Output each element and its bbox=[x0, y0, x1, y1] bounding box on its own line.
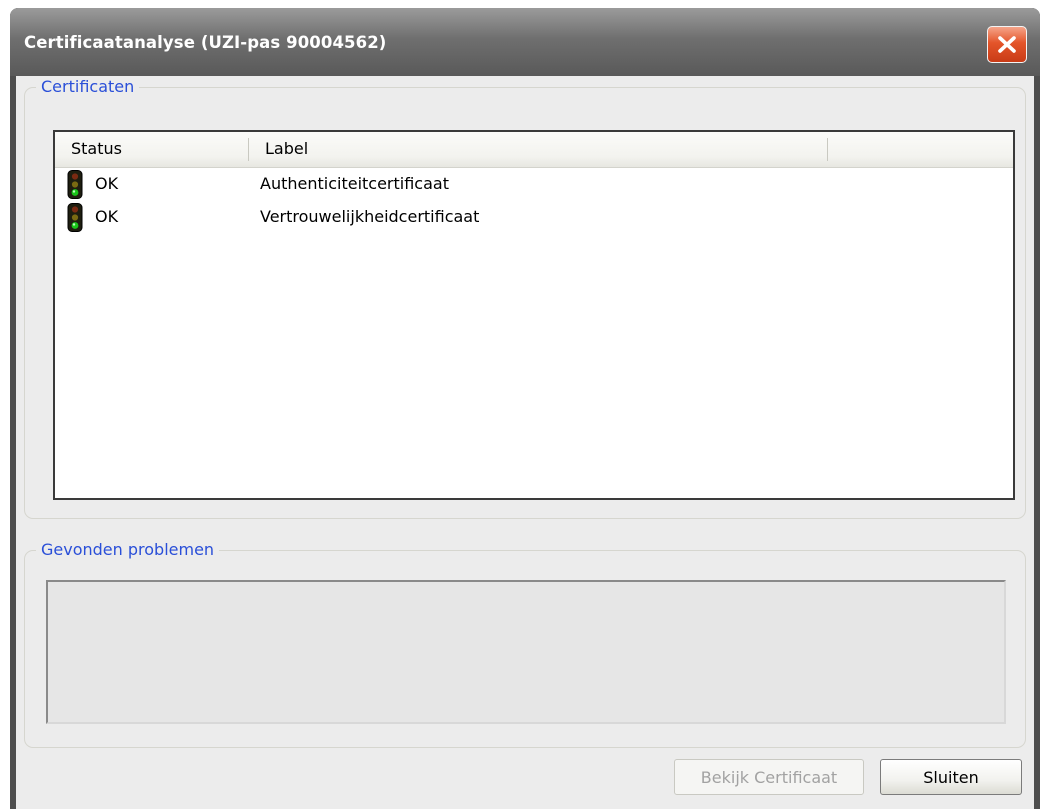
certificates-group: Certificaten Status Label OK Authenticit… bbox=[24, 77, 1026, 519]
column-divider[interactable] bbox=[248, 138, 249, 161]
column-header-label[interactable]: Label bbox=[265, 139, 308, 158]
traffic-light-green-icon bbox=[67, 203, 83, 232]
row-label: Authenticiteitcertificaat bbox=[260, 174, 449, 193]
close-button[interactable] bbox=[987, 26, 1027, 63]
problems-text-area[interactable] bbox=[46, 580, 1006, 724]
title-bar[interactable]: Certificaatanalyse (UZI-pas 90004562) bbox=[10, 8, 1040, 76]
view-certificate-button[interactable]: Bekijk Certificaat bbox=[674, 759, 864, 795]
column-header-status[interactable]: Status bbox=[71, 139, 122, 158]
list-item[interactable]: OK Vertrouwelijkheidcertificaat bbox=[55, 201, 1013, 234]
window-title: Certificaatanalyse (UZI-pas 90004562) bbox=[24, 33, 387, 52]
close-dialog-button[interactable]: Sluiten bbox=[880, 759, 1022, 795]
certificates-group-label: Certificaten bbox=[36, 77, 140, 97]
row-status: OK bbox=[95, 207, 119, 226]
column-divider[interactable] bbox=[827, 138, 828, 161]
list-item[interactable]: OK Authenticiteitcertificaat bbox=[55, 168, 1013, 201]
problems-group-label: Gevonden problemen bbox=[36, 540, 220, 560]
traffic-light-green-icon bbox=[67, 170, 83, 199]
dialog-window: Certificaatanalyse (UZI-pas 90004562) Ce… bbox=[10, 8, 1040, 809]
close-icon bbox=[998, 36, 1016, 53]
list-header: Status Label bbox=[55, 132, 1013, 168]
row-label: Vertrouwelijkheidcertificaat bbox=[260, 207, 480, 226]
dialog-client-area: Certificaten Status Label OK Authenticit… bbox=[16, 76, 1034, 809]
row-status: OK bbox=[95, 174, 119, 193]
certificates-list[interactable]: Status Label OK Authenticiteitcertificaa… bbox=[53, 130, 1015, 500]
